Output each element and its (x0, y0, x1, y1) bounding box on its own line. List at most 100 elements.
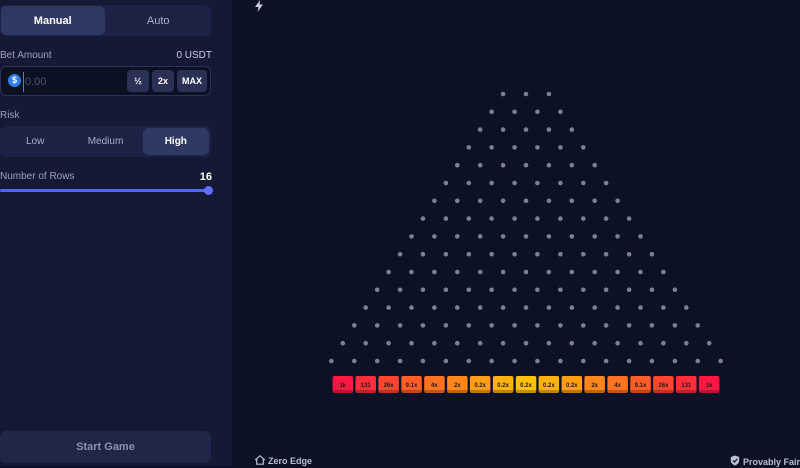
peg (500, 340, 506, 346)
house-icon (253, 455, 267, 467)
double-bet-button[interactable]: 2x (152, 70, 174, 92)
peg (500, 162, 506, 168)
peg (455, 198, 460, 204)
peg (546, 340, 552, 346)
bet-amount-input[interactable] (23, 72, 122, 92)
multiplier-slot-shadow (332, 390, 354, 393)
peg (489, 287, 494, 293)
peg (455, 269, 460, 275)
peg (603, 251, 609, 257)
peg (432, 305, 437, 310)
peg (523, 340, 529, 346)
peg (592, 340, 597, 346)
peg (466, 180, 472, 186)
peg (523, 127, 529, 132)
multiplier-label: 1k (339, 383, 346, 389)
peg (535, 358, 540, 364)
peg (581, 180, 586, 186)
multiplier-label: 9.1x (406, 383, 418, 389)
peg (535, 145, 540, 150)
peg (489, 145, 494, 150)
peg (455, 162, 460, 168)
peg (558, 216, 563, 221)
peg (489, 251, 494, 257)
peg (649, 287, 655, 293)
multiplier-label: 1k (706, 383, 713, 389)
multiplier-slot: 4x (607, 376, 628, 393)
peg (512, 323, 517, 328)
multiplier-label: 2x (454, 383, 461, 389)
peg (523, 234, 529, 239)
peg (649, 251, 655, 257)
tab-manual[interactable]: Manual (1, 6, 105, 35)
peg (443, 323, 449, 328)
multiplier-slot: 0.2x (492, 376, 514, 393)
half-bet-button[interactable]: ½ (127, 70, 149, 92)
rows-slider-track[interactable] (0, 189, 209, 192)
peg (363, 340, 368, 346)
rows-value: 16 (199, 171, 212, 183)
peg (432, 234, 437, 239)
multiplier-label: 131 (681, 383, 692, 389)
multiplier-slot-shadow (447, 390, 468, 393)
peg (489, 180, 494, 186)
peg (672, 323, 678, 328)
rows-slider-thumb[interactable] (204, 186, 213, 195)
peg (649, 358, 655, 364)
peg (535, 109, 540, 115)
zero-edge-link[interactable]: Zero Edge (253, 455, 312, 467)
risk-medium-button[interactable]: Medium (72, 128, 138, 155)
peg (649, 323, 655, 328)
peg (603, 216, 609, 221)
peg (352, 323, 357, 328)
peg (523, 269, 529, 275)
multiplier-slot-shadow (355, 390, 376, 393)
multiplier-slot: 0.2x (561, 376, 583, 393)
peg (603, 358, 609, 364)
peg (638, 269, 643, 275)
max-bet-button[interactable]: MAX (177, 70, 207, 92)
peg (706, 340, 712, 346)
risk-high-button[interactable]: High (142, 128, 209, 155)
peg (546, 162, 552, 168)
plinko-board: 1k 131 26x 9.1x 4x 2x 0.2x 0.2x 0.2x 0.2x 0.2x 2x 4x… (329, 91, 723, 393)
multiplier-slot: 0.2x (469, 376, 491, 393)
peg (523, 305, 529, 310)
tab-auto[interactable]: Auto (107, 6, 211, 35)
mode-tabs: Manual Auto (0, 5, 211, 36)
provably-fair-link[interactable]: Provably Fair (730, 455, 800, 468)
peg (432, 269, 437, 275)
peg (500, 269, 506, 275)
start-game-button[interactable]: Start Game (0, 431, 211, 463)
multiplier-slot: 131 (676, 376, 697, 393)
peg (569, 127, 575, 132)
multiplier-label: 4x (431, 383, 438, 389)
peg (615, 234, 620, 239)
multiplier-slot-shadow (630, 390, 651, 393)
peg (466, 145, 472, 150)
peg (500, 305, 506, 310)
peg (455, 305, 460, 310)
peg (638, 234, 643, 239)
multiplier-slot-shadow (378, 390, 399, 393)
peg (558, 287, 563, 293)
multiplier-slot-shadow (424, 390, 445, 393)
peg (546, 198, 552, 204)
peg (374, 323, 380, 328)
peg (569, 198, 575, 204)
peg (420, 287, 426, 293)
peg (558, 145, 563, 150)
peg (535, 287, 540, 293)
risk-low-button[interactable]: Low (2, 128, 68, 155)
peg (477, 269, 483, 275)
peg (626, 251, 632, 257)
peg (535, 216, 540, 221)
peg (420, 358, 426, 364)
peg (374, 358, 380, 364)
dollar-coin-icon: $ (8, 74, 21, 87)
peg (535, 323, 540, 328)
multiplier-slot-shadow (607, 390, 628, 393)
peg (626, 358, 632, 364)
peg (397, 323, 403, 328)
multiplier-slot-shadow (698, 390, 720, 393)
